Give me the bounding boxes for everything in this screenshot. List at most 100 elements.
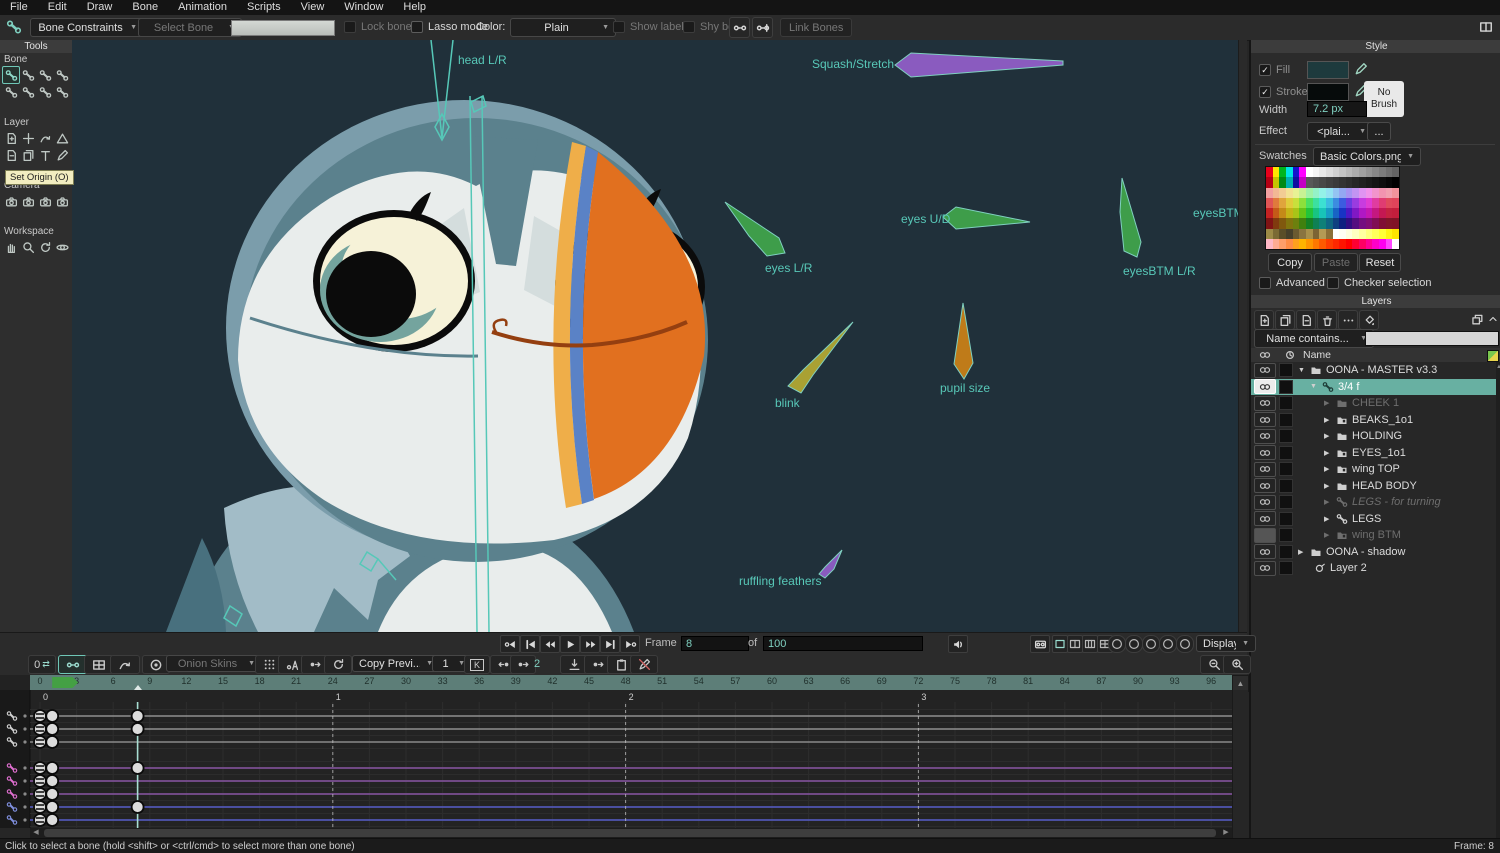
keyframe-track2-frame1[interactable]	[46, 736, 58, 748]
play-button[interactable]	[560, 635, 580, 653]
keyframe-track1-frame1[interactable]	[46, 723, 58, 735]
palette-swatch[interactable]	[1299, 239, 1306, 249]
palette-swatch[interactable]	[1266, 198, 1273, 208]
palette-swatch[interactable]	[1392, 218, 1399, 228]
menu-help[interactable]: Help	[393, 0, 436, 15]
palette-swatch[interactable]	[1299, 167, 1306, 177]
add-point-tool[interactable]	[20, 130, 36, 146]
palette-swatch[interactable]	[1273, 188, 1280, 198]
step-backward-button[interactable]	[540, 635, 560, 653]
palette-swatch[interactable]	[1339, 188, 1346, 198]
display-dropdown[interactable]: Display▼	[1196, 635, 1256, 652]
palette-swatch[interactable]	[1293, 177, 1300, 187]
select-bone-dropdown[interactable]: Select Bone▼	[138, 18, 242, 37]
go-to-end-button[interactable]	[600, 635, 620, 653]
palette-swatch[interactable]	[1386, 188, 1393, 198]
reset-button[interactable]: Reset	[1359, 253, 1401, 272]
palette-swatch[interactable]	[1279, 188, 1286, 198]
palette-swatch[interactable]	[1352, 229, 1359, 239]
palette-swatch[interactable]	[1339, 239, 1346, 249]
swatches-dropdown[interactable]: Basic Colors.png▼	[1313, 147, 1421, 166]
no-brush-button[interactable]: No Brush	[1364, 81, 1404, 117]
palette-swatch[interactable]	[1319, 198, 1326, 208]
palette-swatch[interactable]	[1273, 208, 1280, 218]
panel-layout-icon[interactable]	[1479, 20, 1493, 34]
palette-swatch[interactable]	[1372, 229, 1379, 239]
layer-visibility-toggle[interactable]	[1254, 462, 1276, 477]
palette-swatch[interactable]	[1339, 218, 1346, 228]
palette-swatch[interactable]	[1306, 177, 1313, 187]
palette-swatch[interactable]	[1379, 208, 1386, 218]
keyframe-track1-frame0[interactable]	[34, 723, 46, 735]
keyframe-track6-frame0[interactable]	[34, 801, 46, 813]
keyframe-track6-frame1[interactable]	[46, 801, 58, 813]
palette-swatch[interactable]	[1359, 218, 1366, 228]
bone-eyes-ud[interactable]	[943, 207, 1030, 229]
palette-swatch[interactable]	[1313, 218, 1320, 228]
palette-swatch[interactable]	[1333, 167, 1340, 177]
main-canvas[interactable]: head L/RSquash/Stretcheyes U/Deyes L/Rey…	[72, 40, 1247, 632]
layer-visibility-toggle[interactable]	[1254, 561, 1276, 576]
timeline-vertical-scrollbar[interactable]	[1232, 690, 1248, 838]
pan-workspace-tool[interactable]	[3, 239, 19, 255]
frame-zero-button[interactable]: 0⇄	[28, 655, 56, 674]
expand-closed-icon[interactable]: ▶	[1324, 449, 1329, 457]
text-tool-tool[interactable]	[37, 147, 53, 163]
palette-swatch[interactable]	[1293, 167, 1300, 177]
palette-swatch[interactable]	[1299, 229, 1306, 239]
palette-swatch[interactable]	[1366, 239, 1373, 249]
layer-visibility-toggle[interactable]	[1254, 544, 1276, 559]
canvas-vertical-scrollbar[interactable]	[1238, 40, 1247, 632]
curvature-tool[interactable]	[37, 130, 53, 146]
bone-color-swatch[interactable]	[231, 20, 335, 36]
layer-row-holding[interactable]: ▶HOLDING	[1251, 428, 1496, 445]
palette-swatch[interactable]	[1372, 208, 1379, 218]
palette-swatch[interactable]	[1286, 188, 1293, 198]
keyframe-track5-frame0[interactable]	[34, 788, 46, 800]
layer-row-wing-top[interactable]: ▶wing TOP	[1251, 461, 1496, 478]
palette-swatch[interactable]	[1299, 218, 1306, 228]
expand-closed-icon[interactable]: ▶	[1324, 399, 1329, 407]
expand-closed-icon[interactable]: ▶	[1324, 482, 1329, 490]
palette-swatch[interactable]	[1313, 188, 1320, 198]
merge-bone-button[interactable]	[752, 17, 773, 38]
palette-swatch[interactable]	[1326, 167, 1333, 177]
keyframe-track0-frame8[interactable]	[132, 710, 144, 722]
palette-swatch[interactable]	[1333, 198, 1340, 208]
stroke-checkbox[interactable]: ✓Stroke	[1259, 86, 1308, 98]
palette-swatch[interactable]	[1333, 229, 1340, 239]
effect-dropdown[interactable]: <plai...▼	[1307, 122, 1373, 141]
layer-row-legs-for-turning[interactable]: ▶LEGS - for turning	[1251, 494, 1496, 511]
layer-animate-checkbox[interactable]	[1279, 363, 1293, 377]
new-layer-tool-tool[interactable]	[3, 130, 19, 146]
layer-row-cheek-1[interactable]: ▶CHEEK 1	[1251, 395, 1496, 412]
layer-row-beaks-1o1[interactable]: ▶BEAKS_1o1	[1251, 412, 1496, 429]
keyframe-track1-frame8[interactable]	[132, 723, 144, 735]
palette-swatch[interactable]	[1366, 218, 1373, 228]
palette-swatch[interactable]	[1299, 208, 1306, 218]
go-to-start-button[interactable]	[520, 635, 540, 653]
expand-closed-icon[interactable]: ▶	[1324, 498, 1329, 506]
palette-swatch[interactable]	[1392, 239, 1399, 249]
palette-swatch[interactable]	[1366, 198, 1373, 208]
palette-swatch[interactable]	[1266, 208, 1273, 218]
reparent-bone-tool[interactable]	[37, 67, 53, 83]
palette-swatch[interactable]	[1379, 218, 1386, 228]
next-keyframe-button[interactable]	[510, 655, 536, 674]
palette-swatch[interactable]	[1392, 188, 1399, 198]
palette-swatch[interactable]	[1273, 177, 1280, 187]
keyframe-track7-frame0[interactable]	[34, 814, 46, 826]
layer-row-head-body[interactable]: ▶HEAD BODY	[1251, 478, 1496, 495]
palette-swatch[interactable]	[1379, 229, 1386, 239]
menu-draw[interactable]: Draw	[77, 0, 123, 15]
palette-swatch[interactable]	[1286, 177, 1293, 187]
palette-swatch[interactable]	[1359, 229, 1366, 239]
scroll-right-icon[interactable]: ▶	[1220, 828, 1232, 838]
palette-swatch[interactable]	[1319, 229, 1326, 239]
scroll-left-icon[interactable]: ◀	[30, 828, 42, 838]
palette-swatch[interactable]	[1379, 167, 1386, 177]
bone-ruffling-feathers[interactable]	[819, 550, 842, 578]
keyframe-track4-frame1[interactable]	[46, 775, 58, 787]
palette-swatch[interactable]	[1293, 208, 1300, 218]
palette-swatch[interactable]	[1392, 229, 1399, 239]
